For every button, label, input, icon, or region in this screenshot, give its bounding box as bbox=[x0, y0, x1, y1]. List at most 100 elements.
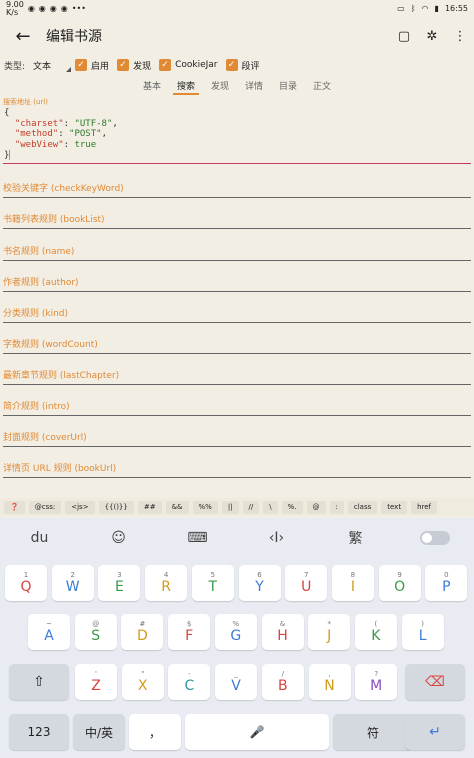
key-primary-label: J bbox=[327, 628, 332, 644]
helper-chip[interactable]: %. bbox=[281, 500, 303, 514]
key-t[interactable]: 5T bbox=[191, 565, 234, 601]
key-secondary-label: ~ bbox=[46, 620, 52, 628]
key-n[interactable]: ,N bbox=[308, 664, 351, 700]
key-x[interactable]: " X bbox=[121, 664, 164, 700]
key-d[interactable]: # D bbox=[121, 614, 164, 650]
helper-chip[interactable]: ## bbox=[137, 500, 162, 514]
traditional-chinese-toggle[interactable]: 繁 bbox=[316, 528, 395, 548]
key-f[interactable]: $ F bbox=[168, 614, 211, 650]
discover-checkbox[interactable]: ✓ 发现 bbox=[117, 59, 151, 72]
review-checkbox[interactable]: ✓ 段评 bbox=[225, 59, 260, 72]
key-o[interactable]: 9O bbox=[378, 565, 421, 601]
tab-toc[interactable]: 目录 bbox=[271, 75, 305, 95]
helper-chip[interactable]: \ bbox=[263, 500, 278, 514]
key-secondary-label: 5 bbox=[210, 571, 216, 579]
key-s[interactable]: @ S bbox=[74, 614, 117, 650]
key-primary-label: S bbox=[91, 628, 101, 644]
helper-chip[interactable]: text bbox=[381, 500, 408, 514]
shift-key[interactable]: ⇧ bbox=[9, 664, 69, 700]
rule-field-name[interactable]: 书名规则 (name) bbox=[3, 244, 471, 261]
rule-field-kind[interactable]: 分类规则 (kind) bbox=[3, 306, 471, 323]
rule-field-checkkeyword[interactable]: 校验关键字 (checkKeyWord) bbox=[3, 181, 471, 198]
cookiejar-checkbox[interactable]: ✓ CookieJar bbox=[159, 59, 218, 71]
rule-field-bookurl[interactable]: 详情页 URL 规则 (bookUrl) bbox=[3, 461, 471, 478]
helper-chip[interactable]: <js> bbox=[65, 500, 95, 514]
space-mic-key[interactable]: 🎤 bbox=[185, 714, 329, 750]
tab-content[interactable]: 正文 bbox=[305, 75, 339, 95]
enter-key[interactable]: ↵ bbox=[405, 714, 465, 750]
key-v[interactable]: _ V bbox=[215, 664, 258, 700]
key-r[interactable]: 4R bbox=[145, 565, 188, 601]
more-menu-icon[interactable]: ⋮ bbox=[446, 17, 474, 55]
helper-chip[interactable]: @ bbox=[306, 500, 326, 514]
key-y[interactable]: 6Y bbox=[238, 565, 281, 601]
key-c[interactable]: -C bbox=[168, 664, 211, 700]
baidu-logo-icon[interactable]: du bbox=[0, 530, 79, 546]
helper-chip[interactable]: : bbox=[329, 500, 344, 514]
tab-bar: 基本 搜索 发现 详情 目录 正文 bbox=[0, 75, 474, 95]
key-w[interactable]: 2W bbox=[51, 565, 94, 601]
helper-chip[interactable]: %% bbox=[192, 500, 218, 514]
key-primary-label: F bbox=[185, 628, 194, 644]
key-a[interactable]: ~ A bbox=[28, 614, 70, 650]
debug-bug-icon[interactable]: ✲ bbox=[418, 17, 446, 55]
rule-field-intro[interactable]: 简介规则 (intro) bbox=[3, 399, 471, 416]
search-url-editor[interactable]: { "charset": "UTF-8", "method": "POST", … bbox=[4, 108, 118, 161]
helper-chip[interactable]: ❓ bbox=[4, 500, 25, 514]
key-p[interactable]: 0P bbox=[425, 565, 468, 601]
key-u[interactable]: 7U bbox=[285, 565, 328, 601]
keyboard-row-2: ~ A @ S # D $ F% G & H * J(K) L bbox=[0, 614, 474, 650]
tab-detail[interactable]: 详情 bbox=[237, 75, 271, 95]
key-primary-label: L bbox=[418, 628, 427, 644]
cursor-move-icon[interactable]: ‹I› bbox=[237, 530, 316, 546]
key-g[interactable]: % G bbox=[214, 614, 257, 650]
rule-field-author[interactable]: 作者规则 (author) bbox=[3, 275, 471, 292]
rule-field-lastchapter[interactable]: 最新章节规则 (lastChapter) bbox=[3, 368, 471, 385]
soft-keyboard: du ☺ ⌨ ‹I› 繁 1Q2W3E4R5T6Y7U8I9O0P ~ A @ S # D… bbox=[0, 518, 474, 758]
save-icon[interactable]: ▢ bbox=[390, 17, 418, 55]
keyboard-toggle-switch[interactable] bbox=[395, 531, 474, 545]
back-arrow-icon[interactable]: ← bbox=[0, 17, 46, 55]
key-secondary-label: ) bbox=[421, 620, 424, 628]
dropdown-arrow-icon bbox=[66, 67, 72, 72]
tab-discover[interactable]: 发现 bbox=[203, 75, 237, 95]
key-k[interactable]: (K bbox=[354, 614, 397, 650]
key-e[interactable]: 3E bbox=[98, 565, 141, 601]
key-m[interactable]: ? M bbox=[355, 664, 398, 700]
helper-chip[interactable]: href bbox=[411, 500, 438, 514]
keyboard-layout-icon[interactable]: ⌨ bbox=[158, 530, 237, 546]
key-secondary-label: " bbox=[141, 670, 145, 678]
rule-field-wordcount[interactable]: 字数规则 (wordCount) bbox=[3, 337, 471, 354]
tab-basic[interactable]: 基本 bbox=[135, 75, 169, 95]
key-secondary-label: _ bbox=[234, 670, 238, 678]
helper-chip[interactable]: // bbox=[242, 500, 260, 514]
comma-key[interactable]: ， bbox=[129, 714, 181, 750]
helper-chip[interactable]: {{()}} bbox=[98, 500, 134, 514]
key-q[interactable]: 1Q bbox=[5, 565, 47, 601]
microphone-icon: 🎤 bbox=[249, 725, 265, 739]
key-i[interactable]: 8I bbox=[331, 565, 374, 601]
helper-chip[interactable]: class bbox=[347, 500, 378, 514]
key-j[interactable]: * J bbox=[308, 614, 351, 650]
key-l[interactable]: ) L bbox=[401, 614, 444, 650]
type-select[interactable]: 文本 bbox=[33, 57, 72, 73]
key-secondary-label: $ bbox=[186, 620, 192, 628]
tab-search[interactable]: 搜索 bbox=[169, 75, 203, 95]
search-url-label: 搜索地址 (url) bbox=[3, 98, 48, 106]
rule-field-coverurl[interactable]: 封面规则 (coverUrl) bbox=[3, 430, 471, 447]
key-z[interactable]: ' Z bbox=[75, 664, 117, 700]
emoji-icon[interactable]: ☺ bbox=[79, 530, 158, 546]
language-switch-key[interactable]: 中/英 bbox=[73, 714, 125, 750]
key-secondary-label: % bbox=[232, 620, 240, 628]
delete-key[interactable]: ⌫ bbox=[405, 664, 465, 700]
rule-field-booklist[interactable]: 书籍列表规则 (bookList) bbox=[3, 212, 471, 229]
symbols-key[interactable]: 符 bbox=[333, 714, 413, 750]
key-h[interactable]: & H bbox=[261, 614, 304, 650]
helper-chip[interactable]: || bbox=[221, 500, 239, 514]
key-b[interactable]: / B bbox=[261, 664, 304, 700]
numbers-key[interactable]: 123 bbox=[9, 714, 69, 750]
enabled-checkbox[interactable]: ✓ 启用 bbox=[75, 59, 109, 72]
enter-icon: ↵ bbox=[429, 724, 441, 740]
helper-chip[interactable]: && bbox=[165, 500, 189, 514]
helper-chip[interactable]: @css: bbox=[28, 500, 62, 514]
